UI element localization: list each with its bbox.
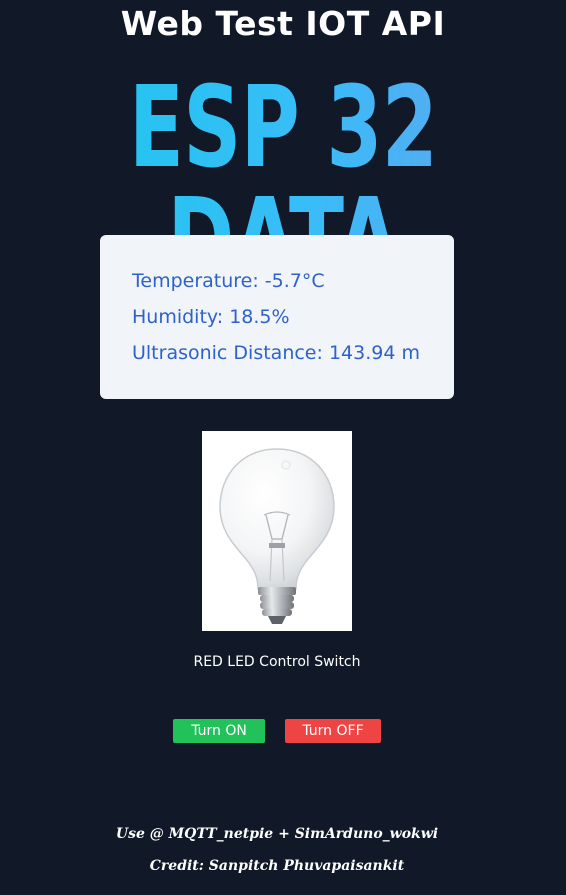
footer-usage-text: Use @ MQTT_netpie + SimArduno_wokwi [115, 826, 439, 842]
bulb-image [202, 431, 352, 631]
sensor-card: Temperature: -5.7°C Humidity: 18.5% Ultr… [100, 235, 454, 399]
lightbulb-icon [219, 448, 335, 624]
page-title: Web Test IOT API [120, 4, 446, 43]
turn-off-button[interactable]: Turn OFF [285, 719, 381, 743]
temperature-readout: Temperature: -5.7°C [132, 270, 325, 292]
distance-readout: Ultrasonic Distance: 143.94 m [132, 342, 420, 364]
turn-on-button[interactable]: Turn ON [173, 719, 265, 743]
led-control-label: RED LED Control Switch [193, 654, 361, 670]
humidity-readout: Humidity: 18.5% [132, 306, 290, 328]
footer-credit-text: Credit: Sanpitch Phuvapaisankit [149, 858, 405, 874]
